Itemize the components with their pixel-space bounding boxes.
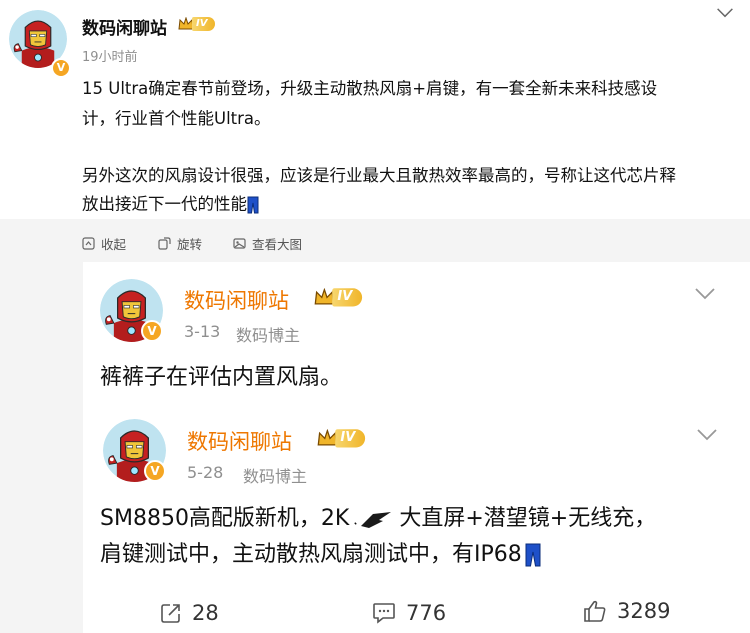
post-text-line-4-wrap: 放出接近下一代的性能 <box>82 196 259 214</box>
view-large-label: 查看大图 <box>252 237 303 252</box>
redacted-emoji-icon <box>354 512 392 528</box>
card2-text-line-2-text: 肩键测试中，主动散热风扇测试中，有IP68 <box>100 542 522 567</box>
verified-badge: V <box>141 320 163 342</box>
post-author[interactable]: 数码闲聊站 <box>82 14 167 39</box>
card1-level-badge: IV <box>314 287 363 308</box>
level-badge: IV <box>178 16 216 32</box>
jeans-emoji-icon <box>525 543 541 567</box>
repost-count: 28 <box>192 601 219 625</box>
card1-avatar[interactable]: V <box>100 279 163 342</box>
post-text-line-4: 放出接近下一代的性能 <box>82 194 247 214</box>
card2-date: 5-28 <box>187 463 224 482</box>
post-time: 19小时前 <box>82 50 138 65</box>
repost-screenshot-card <box>83 262 750 633</box>
card2-avatar[interactable]: V <box>103 419 166 482</box>
verified-badge: V <box>144 460 166 482</box>
card2-level-badge: IV <box>317 428 366 449</box>
image-view-icon <box>233 238 246 249</box>
card2-text-line-1: SM8850高配版新机，2K 大直屏+潜望镜+无线充， <box>100 508 656 530</box>
post-text-line-1: 15 Ultra确定春节前登场，升级主动散热风扇+肩键，有一套全新未来科技感设 <box>82 79 658 98</box>
like-count: 3289 <box>617 599 671 623</box>
collapse-button[interactable]: 收起 <box>82 234 126 253</box>
post-text-line-3: 另外这次的风扇设计很强，应该是行业最大且散热效率最高的，号称让这代芯片释 <box>82 166 676 185</box>
card1-author[interactable]: 数码闲聊站 <box>184 285 289 315</box>
card1-level-label: IV <box>332 288 363 307</box>
comment-icon <box>373 603 395 624</box>
card2-text-line-1b: 大直屏+潜望镜+无线充， <box>399 506 657 531</box>
like-button[interactable]: 3289 <box>583 599 670 623</box>
like-icon <box>584 600 606 622</box>
collapse-label: 收起 <box>101 237 127 252</box>
post-text-line-2: 计，行业首个性能Ultra。 <box>82 109 271 128</box>
comment-count: 776 <box>406 601 447 625</box>
card2-chevron-down-icon[interactable] <box>696 428 718 442</box>
view-large-button[interactable]: 查看大图 <box>233 234 302 253</box>
card2-level-label: IV <box>335 429 366 448</box>
card2-role: 数码博主 <box>243 467 308 486</box>
comment-button[interactable]: 776 <box>372 601 446 625</box>
chevron-down-icon[interactable] <box>716 7 734 19</box>
card1-text: 裤裤子在评估内置风扇。 <box>100 365 343 390</box>
rotate-button[interactable]: 旋转 <box>158 234 202 253</box>
card1-date: 3-13 <box>184 322 221 341</box>
card1-chevron-down-icon[interactable] <box>694 287 716 301</box>
collapse-icon <box>82 237 95 250</box>
card2-text-line-1a: SM8850高配版新机，2K <box>100 506 350 531</box>
card1-role: 数码博主 <box>236 326 301 345</box>
post-avatar[interactable]: V <box>9 10 71 78</box>
repost-icon <box>161 604 180 623</box>
repost-button[interactable]: 28 <box>160 601 219 625</box>
rotate-icon <box>158 237 171 250</box>
level-badge-label: IV <box>192 17 216 31</box>
jeans-emoji-icon <box>247 196 259 214</box>
rotate-label: 旋转 <box>177 237 203 252</box>
card2-author[interactable]: 数码闲聊站 <box>187 426 292 456</box>
verified-badge: V <box>51 58 71 78</box>
card2-text-line-2: 肩键测试中，主动散热风扇测试中，有IP68 <box>100 543 541 567</box>
